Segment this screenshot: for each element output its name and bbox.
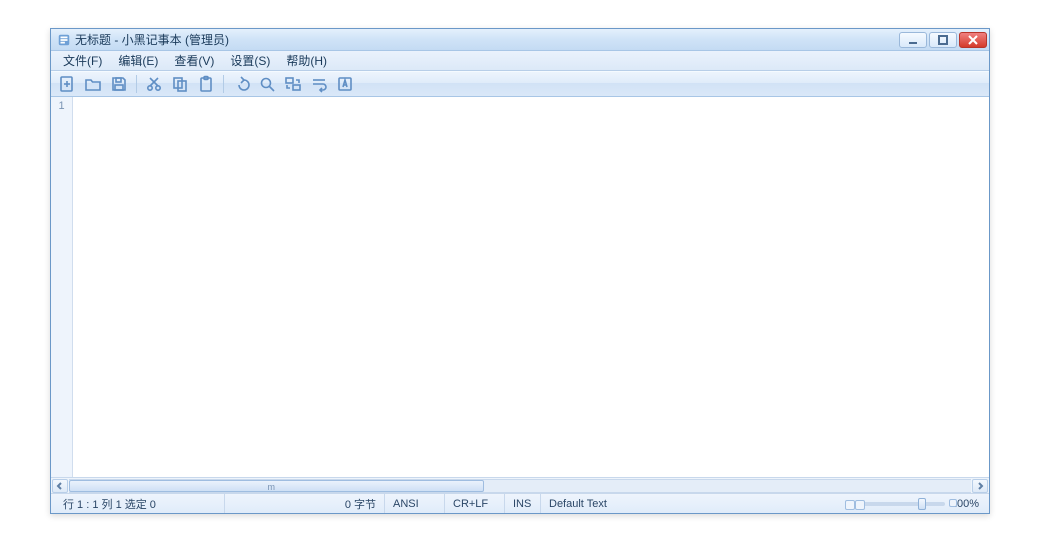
copy-icon[interactable] bbox=[168, 73, 192, 95]
title-bar: 无标题 - 小黑记事本 (管理员) bbox=[51, 29, 989, 51]
line-number: 1 bbox=[51, 100, 72, 112]
toolbar bbox=[51, 71, 989, 97]
status-bar: 行 1 : 1 列 1 选定 0 0 字节 ANSI CR+LF INS Def… bbox=[51, 493, 989, 513]
menu-view[interactable]: 查看(V) bbox=[166, 50, 222, 71]
zoom-control[interactable]: 100% bbox=[849, 498, 985, 510]
scroll-thumb[interactable] bbox=[69, 480, 484, 492]
zoom-slider[interactable] bbox=[855, 502, 945, 506]
status-size: 0 字节 bbox=[225, 494, 385, 513]
status-language[interactable]: Default Text bbox=[541, 494, 615, 513]
save-icon[interactable] bbox=[107, 73, 131, 95]
maximize-button[interactable] bbox=[929, 32, 957, 48]
status-encoding[interactable]: ANSI bbox=[385, 494, 445, 513]
zoom-plus-icon[interactable] bbox=[949, 499, 957, 507]
menu-settings[interactable]: 设置(S) bbox=[222, 50, 278, 71]
scroll-left-arrow-icon[interactable] bbox=[52, 479, 68, 493]
line-number-gutter: 1 bbox=[51, 97, 73, 477]
window-title: 无标题 - 小黑记事本 (管理员) bbox=[75, 31, 229, 48]
status-newline[interactable]: CR+LF bbox=[445, 494, 505, 513]
editor-area: 1 bbox=[51, 97, 989, 477]
menu-file[interactable]: 文件(F) bbox=[55, 50, 110, 71]
cut-icon[interactable] bbox=[142, 73, 166, 95]
app-window: 无标题 - 小黑记事本 (管理员) 文件(F) 编辑(E) 查看(V) 设置(S… bbox=[50, 28, 990, 514]
toolbar-separator bbox=[223, 75, 224, 93]
replace-icon[interactable] bbox=[281, 73, 305, 95]
zoom-slider-thumb[interactable] bbox=[918, 498, 926, 510]
text-editor[interactable] bbox=[73, 97, 989, 477]
new-file-icon[interactable] bbox=[55, 73, 79, 95]
minimize-button[interactable] bbox=[899, 32, 927, 48]
open-file-icon[interactable] bbox=[81, 73, 105, 95]
find-icon[interactable] bbox=[255, 73, 279, 95]
scroll-track[interactable]: m bbox=[69, 479, 971, 493]
horizontal-scrollbar[interactable]: m bbox=[51, 477, 989, 493]
close-button[interactable] bbox=[959, 32, 987, 48]
scroll-right-arrow-icon[interactable] bbox=[972, 479, 988, 493]
word-wrap-icon[interactable] bbox=[307, 73, 331, 95]
menu-edit[interactable]: 编辑(E) bbox=[110, 50, 166, 71]
undo-icon[interactable] bbox=[229, 73, 253, 95]
status-position: 行 1 : 1 列 1 选定 0 bbox=[55, 494, 225, 513]
toolbar-separator bbox=[136, 75, 137, 93]
app-icon bbox=[57, 33, 71, 47]
menu-bar: 文件(F) 编辑(E) 查看(V) 设置(S) 帮助(H) bbox=[51, 51, 989, 71]
status-insert-mode[interactable]: INS bbox=[505, 494, 541, 513]
window-buttons bbox=[899, 32, 987, 48]
font-icon[interactable] bbox=[333, 73, 357, 95]
paste-icon[interactable] bbox=[194, 73, 218, 95]
menu-help[interactable]: 帮助(H) bbox=[278, 50, 335, 71]
